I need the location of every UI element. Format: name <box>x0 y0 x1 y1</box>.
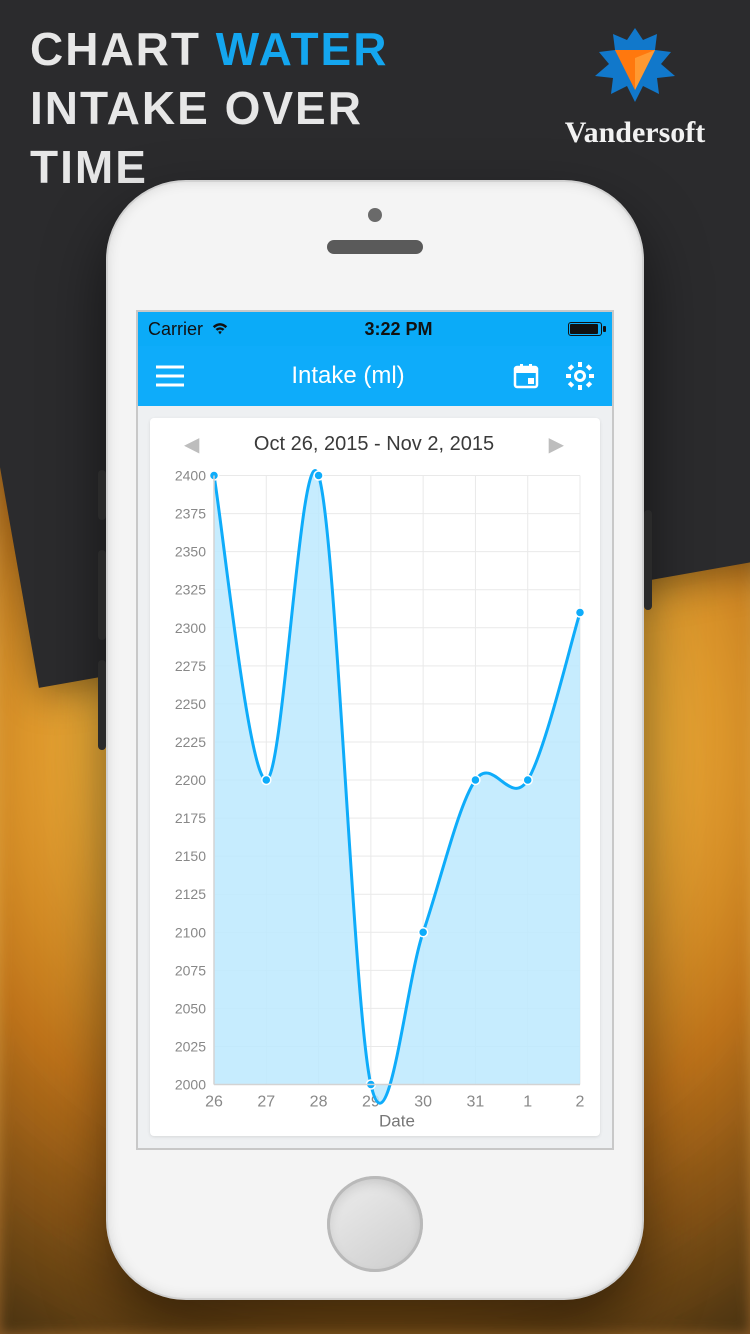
chart-card: ◀ Oct 26, 2015 - Nov 2, 2015 ▶ 2000 2025 2… <box>150 418 600 1136</box>
svg-text:2: 2 <box>576 1094 585 1111</box>
wifi-icon <box>211 322 229 336</box>
promo-stage: CHART WATER INTAKE OVER TIME Vandersoft … <box>0 0 750 1334</box>
svg-text:2225: 2225 <box>175 734 206 750</box>
svg-text:Date: Date <box>379 1112 415 1131</box>
promo-word: TIME <box>30 141 148 193</box>
phone-screen: Carrier 3:22 PM Intake (ml) <box>136 310 614 1150</box>
nav-bar: Intake (ml) <box>138 346 612 406</box>
carrier-label: Carrier <box>148 319 203 340</box>
promo-word-highlight: WATER <box>216 23 389 75</box>
date-range-row: ◀ Oct 26, 2015 - Nov 2, 2015 ▶ <box>158 432 590 467</box>
settings-button[interactable] <box>562 358 598 394</box>
status-bar: Carrier 3:22 PM <box>138 312 612 346</box>
battery-icon <box>568 322 602 336</box>
brand-block: Vandersoft <box>550 20 720 150</box>
svg-text:1: 1 <box>523 1094 532 1111</box>
phone-camera <box>368 208 382 222</box>
phone-side-button <box>644 510 652 610</box>
svg-text:2000: 2000 <box>175 1077 206 1093</box>
svg-text:27: 27 <box>257 1094 275 1111</box>
svg-text:31: 31 <box>467 1094 485 1111</box>
calendar-button[interactable] <box>508 358 544 394</box>
brand-logo-icon <box>580 20 690 110</box>
status-time: 3:22 PM <box>364 319 432 340</box>
intake-chart[interactable]: 2000202520502075210021252150217522002225… <box>158 467 590 1133</box>
menu-button[interactable] <box>152 358 188 394</box>
calendar-icon <box>512 362 540 390</box>
phone-side-button <box>98 550 106 640</box>
svg-text:2100: 2100 <box>175 924 206 940</box>
svg-text:2375: 2375 <box>175 506 206 522</box>
next-range-button[interactable]: ▶ <box>549 432 564 457</box>
svg-text:2050: 2050 <box>175 1000 206 1016</box>
phone-side-button <box>98 470 106 520</box>
svg-text:2350: 2350 <box>175 544 206 560</box>
svg-text:2325: 2325 <box>175 582 206 598</box>
svg-text:2300: 2300 <box>175 620 206 636</box>
date-range-label: Oct 26, 2015 - Nov 2, 2015 <box>254 433 494 456</box>
svg-text:26: 26 <box>205 1094 223 1111</box>
svg-text:2250: 2250 <box>175 696 206 712</box>
phone-frame: Carrier 3:22 PM Intake (ml) <box>106 180 644 1300</box>
prev-range-button[interactable]: ◀ <box>184 432 199 457</box>
svg-text:2125: 2125 <box>175 886 206 902</box>
svg-text:2400: 2400 <box>175 468 206 484</box>
brand-name: Vandersoft <box>550 116 720 150</box>
page-title: Intake (ml) <box>188 362 508 390</box>
svg-text:2200: 2200 <box>175 772 206 788</box>
svg-text:30: 30 <box>414 1094 432 1111</box>
promo-word: INTAKE OVER <box>30 82 363 134</box>
svg-text:2025: 2025 <box>175 1038 206 1054</box>
promo-headline: CHART WATER INTAKE OVER TIME <box>30 20 530 197</box>
svg-text:2075: 2075 <box>175 962 206 978</box>
gear-icon <box>565 361 595 391</box>
home-button[interactable] <box>327 1176 423 1272</box>
svg-text:28: 28 <box>310 1094 328 1111</box>
svg-text:2150: 2150 <box>175 848 206 864</box>
promo-word: CHART <box>30 23 216 75</box>
svg-text:2175: 2175 <box>175 810 206 826</box>
hamburger-icon <box>156 365 184 387</box>
phone-side-button <box>98 660 106 750</box>
content-area: ◀ Oct 26, 2015 - Nov 2, 2015 ▶ 2000 2025 2… <box>138 406 612 1148</box>
svg-text:2275: 2275 <box>175 658 206 674</box>
